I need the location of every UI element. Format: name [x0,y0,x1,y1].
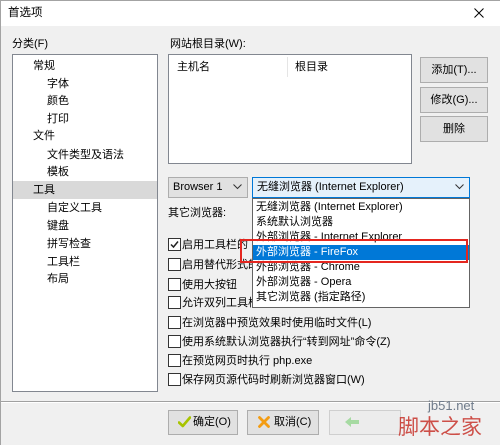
tree-item-keyboard[interactable]: 键盘 [13,217,157,235]
preferences-dialog: 首选项 分类(F) 常规 字体 颜色 打印 文件 文件类型及语法 模板 工具 自… [0,0,500,445]
checkbox[interactable] [168,258,181,271]
dropdown-option[interactable]: 其它浏览器 (指定路径) [253,290,469,305]
tree-item-templates[interactable]: 模板 [13,163,157,181]
cancel-button[interactable]: 取消(C) [247,410,319,435]
tree-item-user-tools[interactable]: 自定义工具 [13,199,157,217]
checkmark-icon [170,241,179,249]
title-bar[interactable]: 首选项 [0,0,500,26]
checkbox-row-run-php[interactable]: 在预览网页时执行 php.exe [168,353,498,369]
checkbox-label: 在浏览器中预览效果时使用临时文件(L) [182,317,372,329]
browser-profile-select[interactable]: Browser 1 [168,177,248,198]
close-icon[interactable] [472,6,486,20]
site-root-label: 网站根目录(W): [170,38,246,50]
dropdown-option[interactable]: 系统默认浏览器 [253,215,469,230]
checkbox-row-default-browser-goto[interactable]: 使用系统默认浏览器执行“转到网址”命令(Z) [168,334,498,350]
browser-type-select[interactable]: 无缝浏览器 (Internet Explorer) [252,177,470,198]
chevron-down-icon [233,184,242,190]
back-arrow-icon [345,417,359,427]
category-label: 分类(F) [12,38,49,50]
tree-item-print[interactable]: 打印 [13,110,157,128]
window-title: 首选项 [8,7,43,19]
back-button[interactable] [329,410,401,435]
browser-profile-value: Browser 1 [173,181,223,193]
column-header-hostname[interactable]: 主机名 [177,55,210,79]
checkbox-label: 使用大按钮 [182,279,237,291]
checkbox-label: 保存网页源代码时刷新浏览器窗口(W) [182,374,365,386]
checkbox-row-temp-file[interactable]: 在浏览器中预览效果时使用临时文件(L) [168,315,498,331]
checkbox[interactable] [168,238,181,251]
tree-item-file-types-syntax[interactable]: 文件类型及语法 [13,146,157,164]
check-icon [178,416,191,428]
column-divider[interactable] [287,57,288,77]
checkbox-label: 使用系统默认浏览器执行“转到网址”命令(Z) [182,336,391,348]
add-button[interactable]: 添加(T)... [420,57,488,83]
annotation-rectangle [240,239,468,263]
checkbox[interactable] [168,373,181,386]
checkbox[interactable] [168,335,181,348]
dropdown-option[interactable]: 外部浏览器 - Opera [253,275,469,290]
tree-item-spell-check[interactable]: 拼写检查 [13,235,157,253]
tree-item-toolbar[interactable]: 工具栏 [13,253,157,271]
tree-item-general[interactable]: 常规 [13,57,157,75]
tree-item-file[interactable]: 文件 [13,127,157,145]
category-tree[interactable]: 常规 字体 颜色 打印 文件 文件类型及语法 模板 工具 自定义工具 键盘 拼写… [12,54,158,392]
ok-button[interactable]: 确定(O) [168,410,238,435]
tree-item-layout[interactable]: 布局 [13,270,157,288]
checkbox[interactable] [168,296,181,309]
delete-button[interactable]: 删除 [420,116,488,142]
x-icon [258,416,270,428]
dropdown-option[interactable]: 无缝浏览器 (Internet Explorer) [253,200,469,215]
cancel-label: 取消(C) [274,416,312,428]
separator [0,401,500,403]
watermark-name: 脚本之家 [398,416,482,439]
edit-button[interactable]: 修改(G)... [420,87,488,113]
column-header-root-dir[interactable]: 根目录 [295,55,328,79]
browser-type-value: 无缝浏览器 (Internet Explorer) [257,181,404,193]
checkbox[interactable] [168,316,181,329]
other-browser-label: 其它浏览器: [168,207,227,219]
checkbox-row-refresh-browser[interactable]: 保存网页源代码时刷新浏览器窗口(W) [168,372,498,388]
checkbox[interactable] [168,278,181,291]
checkbox-label: 允许双列工具栏 [182,297,259,309]
checkbox-label: 在预览网页时执行 php.exe [182,355,313,367]
checkbox[interactable] [168,354,181,367]
chevron-down-icon [455,184,464,190]
tree-item-color[interactable]: 颜色 [13,92,157,110]
watermark-site: jb51.net [428,398,475,413]
site-root-list[interactable]: 主机名 根目录 [168,54,412,164]
tree-item-font[interactable]: 字体 [13,75,157,93]
ok-label: 确定(O) [193,416,231,428]
tree-item-tools[interactable]: 工具 [13,181,157,199]
checkbox-label: 启用工具栏的 [182,239,248,251]
